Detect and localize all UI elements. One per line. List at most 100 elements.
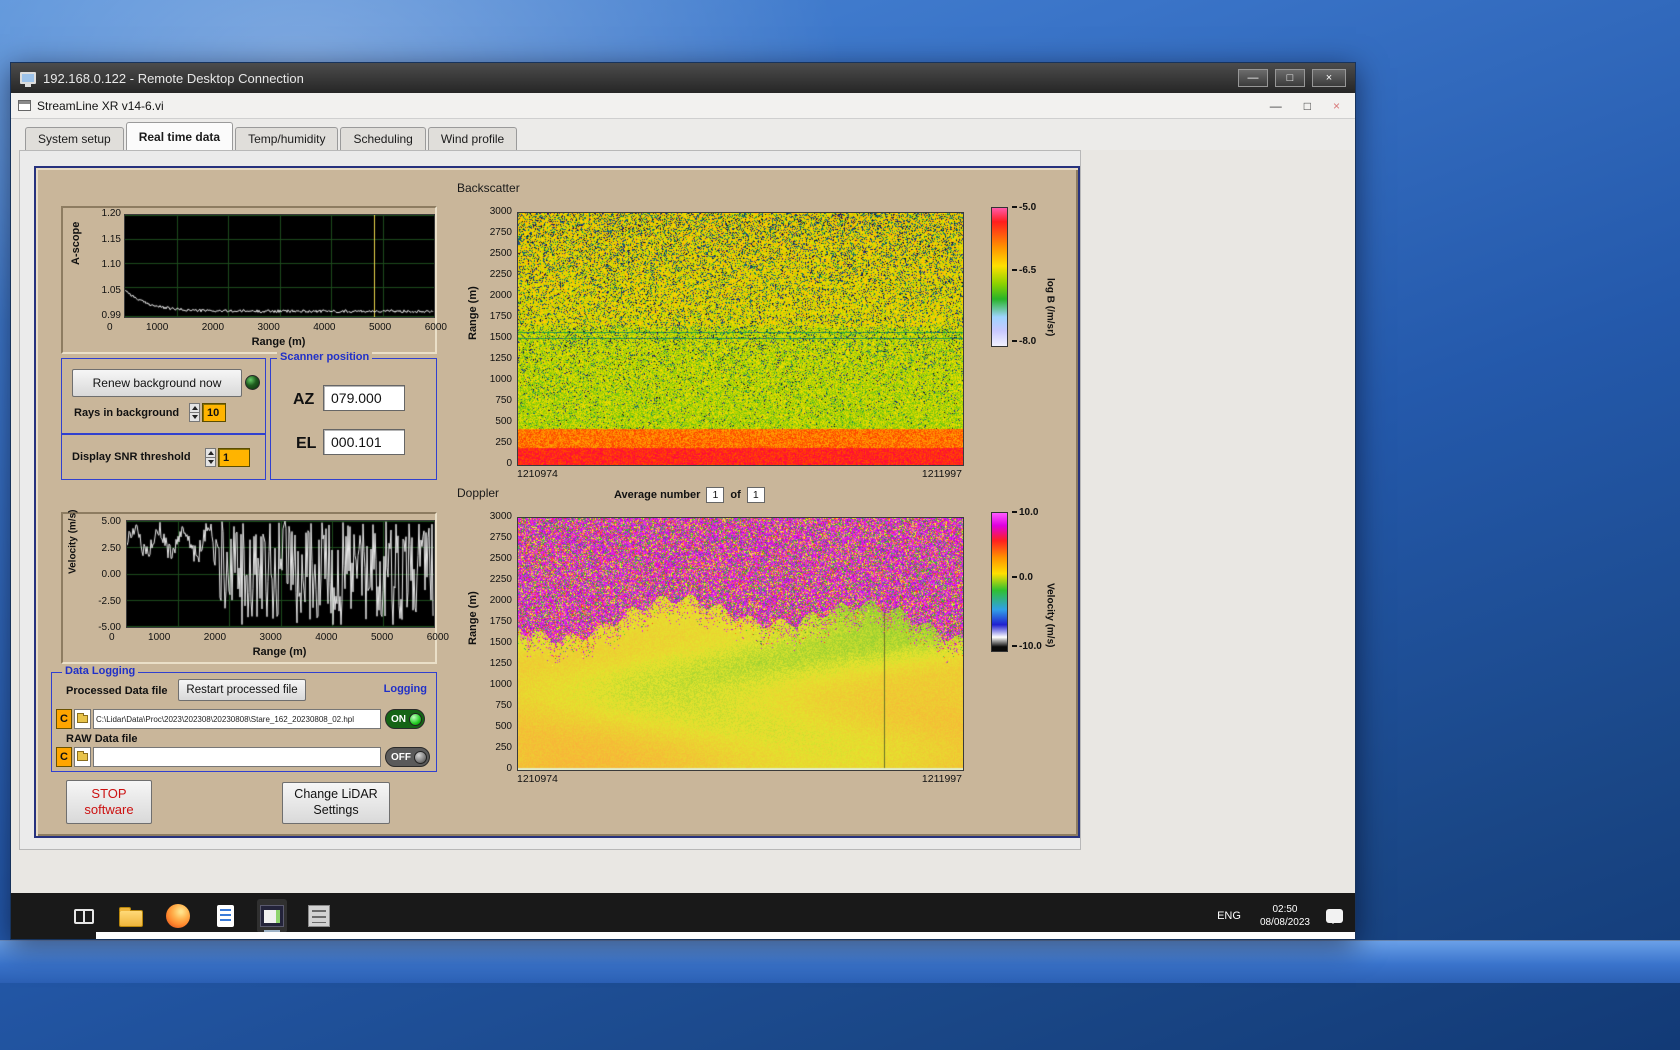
tick-label: 1750: [490, 616, 512, 628]
doppler-colorbar[interactable]: [991, 512, 1008, 652]
streamline-app-icon[interactable]: [257, 899, 287, 933]
tick-label: 4000: [313, 322, 335, 334]
average-number-control: Average number 1 of 1: [614, 487, 765, 503]
task-view-icon[interactable]: [69, 899, 99, 933]
tick-label: 5.00: [102, 516, 121, 528]
colorbar-tick: -10.0: [1012, 641, 1042, 652]
tab-wind-profile[interactable]: Wind profile: [428, 127, 517, 150]
tick-label: 3000: [490, 511, 512, 523]
browse-folder-button[interactable]: [74, 709, 91, 729]
tick-label: 750: [495, 395, 512, 407]
doppler-plot[interactable]: [517, 517, 964, 771]
toggle-led: [409, 713, 422, 726]
tab-page: 1.20 1.15 1.10 1.05 0.99 A-scope 0 1000 …: [19, 150, 1081, 850]
document-glyph: [217, 905, 234, 927]
app-minimize-button[interactable]: —: [1270, 99, 1282, 113]
tick-label: 1250: [490, 353, 512, 365]
scan-scheduler-icon[interactable]: [304, 899, 334, 933]
task-view-glyph: [74, 909, 94, 924]
tab-system-setup[interactable]: System setup: [25, 127, 124, 150]
tick-label: 0.99: [102, 310, 121, 322]
doppler-title: Doppler: [457, 486, 499, 500]
toggle-label: ON: [388, 714, 406, 725]
drive-selector[interactable]: C: [56, 747, 72, 767]
rays-value[interactable]: 10: [202, 403, 226, 422]
tick-label: 2250: [490, 269, 512, 281]
snr-value[interactable]: 1: [218, 448, 250, 467]
minimize-button[interactable]: —: [1238, 69, 1268, 87]
snr-spinner[interactable]: [205, 448, 216, 467]
average-total-input[interactable]: 1: [747, 487, 765, 503]
tick-label: 2250: [490, 574, 512, 586]
tick-label: 0.00: [102, 569, 121, 581]
colorbar-tick: 10.0: [1012, 507, 1038, 518]
rays-spinner[interactable]: [189, 403, 200, 422]
elevation-label: EL: [296, 435, 316, 453]
velocity-y-axis: 5.00 2.50 0.00 -2.50 -5.00: [85, 516, 121, 634]
remote-desktop-icon: [20, 72, 36, 84]
data-logging-title: Data Logging: [62, 665, 138, 678]
stop-software-button[interactable]: STOP software: [66, 780, 152, 824]
clock[interactable]: 02:50 08/08/2023: [1260, 903, 1310, 930]
tick-label: 1000: [490, 679, 512, 691]
close-button[interactable]: ×: [1312, 69, 1346, 87]
tick-label: 250: [495, 742, 512, 754]
app-window-glyph: [260, 905, 284, 927]
backscatter-x-start: 1210974: [517, 468, 558, 480]
tick-label: 3000: [258, 322, 280, 334]
ascope-plot[interactable]: [124, 214, 435, 318]
processed-logging-toggle[interactable]: ON: [385, 709, 425, 729]
drive-selector[interactable]: C: [56, 709, 72, 729]
tab-real-time-data[interactable]: Real time data: [126, 122, 233, 150]
change-lidar-settings-button[interactable]: Change LiDAR Settings: [282, 782, 390, 824]
tab-scheduling[interactable]: Scheduling: [340, 127, 425, 150]
azimuth-value[interactable]: 079.000: [323, 385, 405, 411]
renew-background-button[interactable]: Renew background now: [72, 369, 242, 397]
language-indicator[interactable]: ENG: [1210, 905, 1248, 927]
firefox-glyph: [166, 904, 190, 928]
tick-label: 4000: [315, 632, 337, 644]
notification-icon[interactable]: [1326, 909, 1343, 923]
tick-label: 2000: [204, 632, 226, 644]
rdp-client-area: StreamLine XR v14-6.vi — □ × System setu…: [11, 93, 1355, 939]
restart-processed-file-button[interactable]: Restart processed file: [178, 679, 306, 701]
doppler-y-axis: 3000 2750 2500 2250 2000 1750 1500 1250 …: [478, 511, 512, 775]
average-number-input[interactable]: 1: [706, 487, 724, 503]
tab-temp-humidity[interactable]: Temp/humidity: [235, 127, 338, 150]
rdp-window-buttons: — □ ×: [1238, 69, 1346, 87]
colorbar-tick: 0.0: [1012, 572, 1033, 583]
raw-file-path-input[interactable]: [93, 747, 381, 767]
tick-label: 250: [495, 437, 512, 449]
folder-glyph: [119, 910, 143, 927]
elevation-value[interactable]: 000.101: [323, 429, 405, 455]
app-title: StreamLine XR v14-6.vi: [37, 99, 164, 113]
velocity-plot[interactable]: [126, 520, 435, 628]
folder-icon: [77, 715, 88, 723]
document-app-icon[interactable]: [210, 899, 240, 933]
app-maximize-button[interactable]: □: [1304, 99, 1311, 113]
scan-scheduler-glyph: [308, 905, 330, 927]
snr-threshold-label: Display SNR threshold: [72, 451, 191, 463]
velocity-x-axis-label: Range (m): [126, 646, 433, 658]
tab-bar: System setup Real time data Temp/humidit…: [11, 119, 1355, 150]
tick-label: 1000: [148, 632, 170, 644]
tick-label: 5000: [369, 322, 391, 334]
file-explorer-icon[interactable]: [116, 899, 146, 933]
tick-label: 1500: [490, 332, 512, 344]
snr-threshold-group: Display SNR threshold 1: [61, 434, 266, 480]
raw-data-file-label: RAW Data file: [66, 733, 138, 745]
firefox-icon[interactable]: [163, 899, 193, 933]
browse-folder-button[interactable]: [74, 747, 91, 767]
tick-label: 2000: [490, 290, 512, 302]
processed-file-path-input[interactable]: [93, 709, 381, 729]
app-titlebar[interactable]: StreamLine XR v14-6.vi — □ ×: [11, 93, 1355, 119]
raw-logging-toggle[interactable]: OFF: [385, 747, 430, 767]
backscatter-plot[interactable]: [517, 212, 964, 466]
backscatter-colorbar[interactable]: [991, 207, 1008, 347]
date: 08/08/2023: [1260, 916, 1310, 930]
maximize-button[interactable]: □: [1275, 69, 1305, 87]
app-close-button[interactable]: ×: [1333, 99, 1340, 113]
toggle-led: [414, 751, 427, 764]
processed-data-file-label: Processed Data file: [66, 685, 168, 697]
rdp-titlebar[interactable]: 192.168.0.122 - Remote Desktop Connectio…: [11, 63, 1355, 93]
